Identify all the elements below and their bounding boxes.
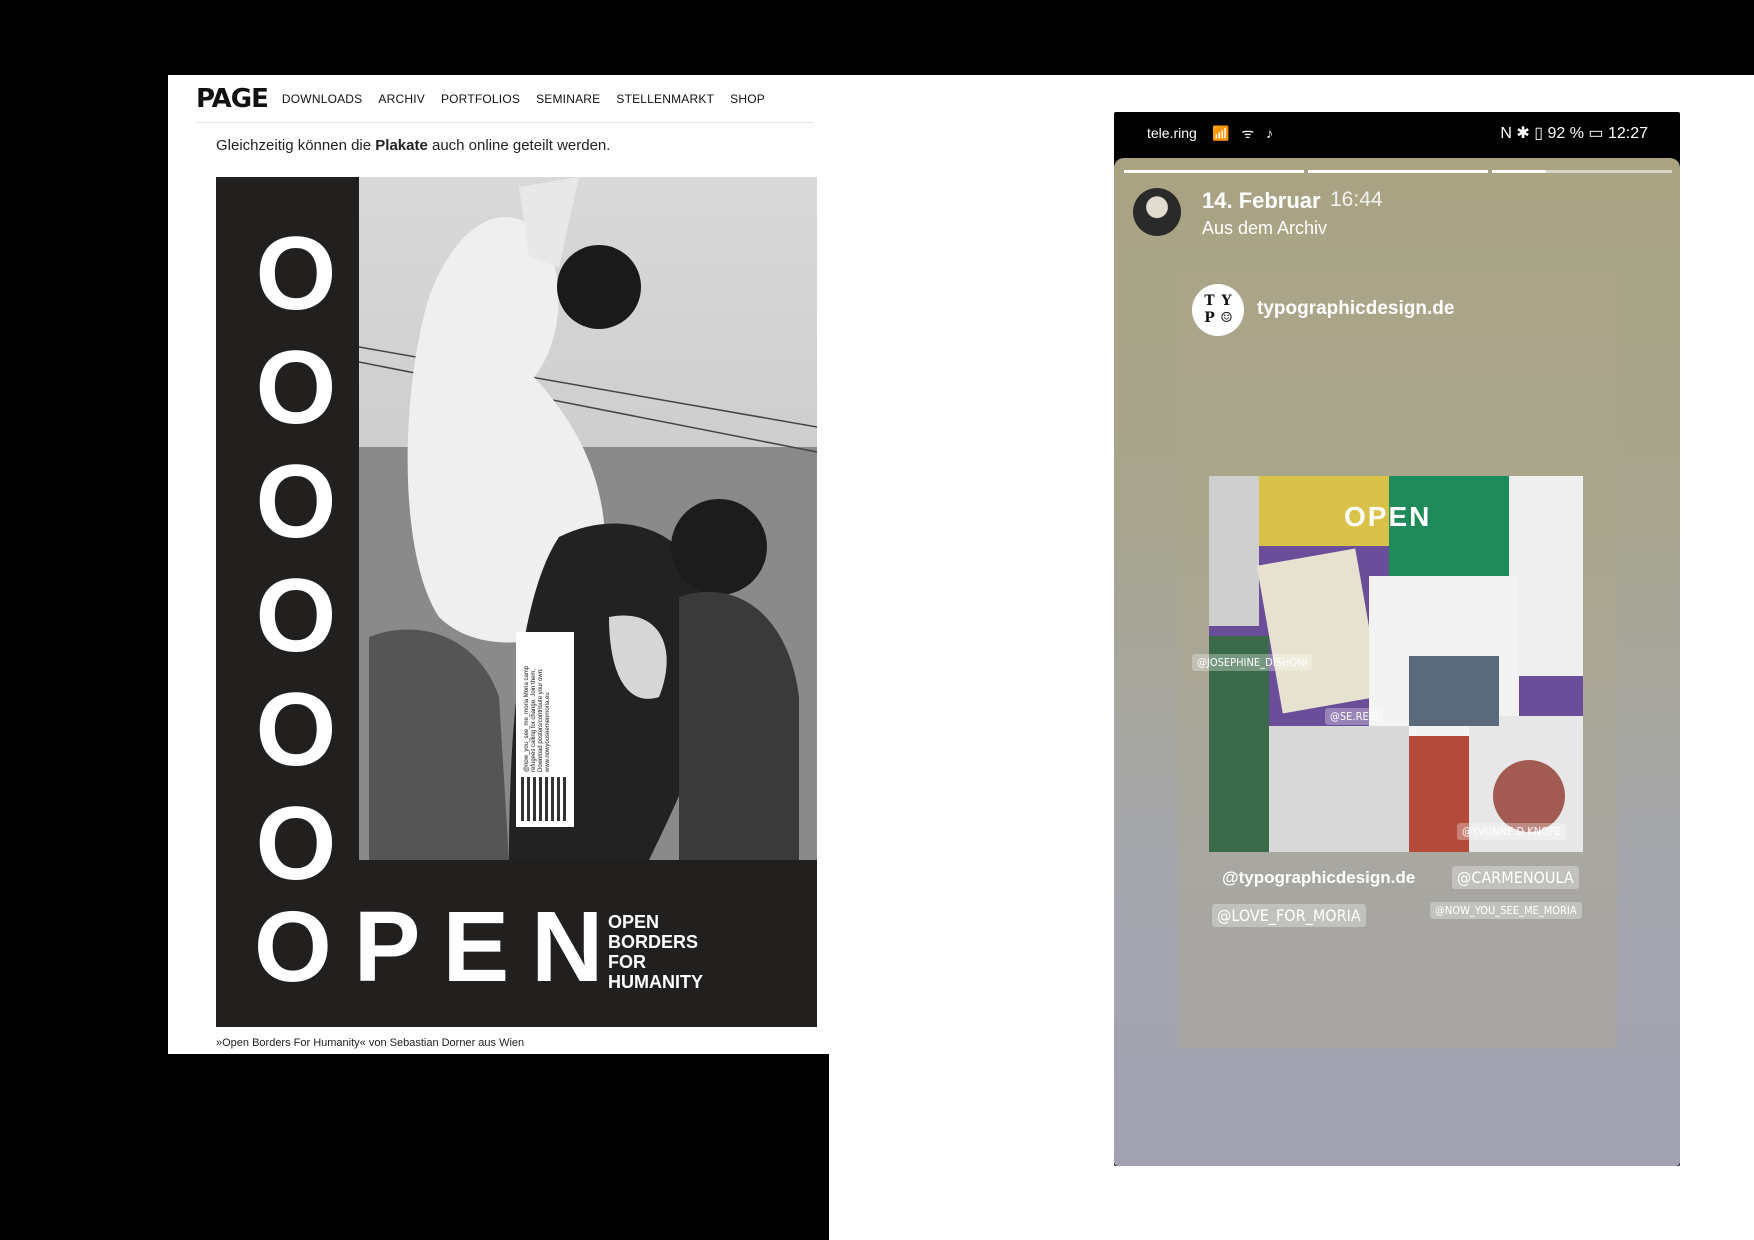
story-date: 14. Februar xyxy=(1202,188,1321,213)
post-avatar-letter: ☺ xyxy=(1220,310,1233,326)
poster-o-letter: O xyxy=(255,786,337,902)
poster-o-letter: O xyxy=(255,330,337,446)
mention-sticker[interactable]: @JOSEPHINE_DISHONI xyxy=(1192,654,1313,671)
nav-shop[interactable]: SHOP xyxy=(730,92,765,106)
mention-sticker[interactable]: @YVONNE.D.KNOPE xyxy=(1457,823,1567,840)
post-avatar-icon[interactable]: T Y P ☺ xyxy=(1192,284,1244,336)
poster-o-letter: O xyxy=(255,216,337,332)
mention-sticker[interactable]: @CARMENOULA xyxy=(1452,866,1579,889)
background-bar-top xyxy=(0,0,1754,75)
status-bar: tele.ring 📶 ᯤ ♪ N ✱ ▯ 92 % ▭ 12:27 xyxy=(1114,112,1680,158)
story-time: 16:44 xyxy=(1330,188,1383,211)
nav-portfolios[interactable]: PORTFOLIOS xyxy=(441,92,520,106)
shared-post[interactable]: T Y P ☺ typographicdesign.de OPEN @JOSEP… xyxy=(1177,268,1617,1048)
post-avatar-letter: Y xyxy=(1221,293,1232,309)
nav-archiv[interactable]: ARCHIV xyxy=(378,92,425,106)
poster-subtitle-line: BORDERS xyxy=(608,932,699,952)
story-subtitle: Aus dem Archiv xyxy=(1202,218,1328,238)
poster-photo-drawing xyxy=(359,177,817,860)
post-avatar-letter: P xyxy=(1204,310,1215,326)
site-nav: PAGE DOWNLOADS ARCHIV PORTFOLIOS SEMINAR… xyxy=(196,75,814,123)
poster-qr-card: @now_you_see_me_moria Moria camp refugee… xyxy=(516,632,574,827)
story-view[interactable]: 14. Februar 16:44 Aus dem Archiv T Y P ☺… xyxy=(1114,158,1680,1166)
carrier-name: tele.ring xyxy=(1147,125,1197,141)
story-progress-fill xyxy=(1492,170,1546,173)
avatar[interactable] xyxy=(1133,188,1181,236)
nav-downloads[interactable]: DOWNLOADS xyxy=(282,92,362,106)
poster-o-letter: O xyxy=(255,558,337,674)
nav-stellenmarkt[interactable]: STELLENMARKT xyxy=(616,92,714,106)
story-progress-segment xyxy=(1308,170,1488,173)
poster-open-word: OPEN xyxy=(254,891,626,1003)
poster-o-column: O O O O O O xyxy=(246,217,346,901)
signal-wifi-icon: 📶 ᯤ ♪ xyxy=(1212,125,1277,141)
post-username[interactable]: typographicdesign.de xyxy=(1257,298,1454,320)
image-caption: »Open Borders For Humanity« von Sebastia… xyxy=(216,1037,525,1049)
post-avatar-letter: T xyxy=(1204,293,1215,309)
intro-bold-word: Plakate xyxy=(375,137,428,154)
poster-subtitle: OPEN BORDERS FOR HUMANITY xyxy=(608,912,703,992)
mention-sticker[interactable]: @SE.REIS xyxy=(1325,708,1383,725)
poster-subtitle-line: FOR xyxy=(608,952,646,972)
mention-sticker[interactable]: @NOW_YOU_SEE_ME_MORIA xyxy=(1430,902,1582,919)
poster-image: O O O O O O @now_you_see_me_moria Moria … xyxy=(216,177,817,1027)
intro-text: Gleichzeitig können die Plakate auch onl… xyxy=(216,137,611,154)
mention-sticker[interactable]: @LOVE_FOR_MORIA xyxy=(1212,904,1366,927)
collage-open-word: OPEN xyxy=(1344,501,1432,532)
poster-o-letter: O xyxy=(255,672,337,788)
poster-o-letter: O xyxy=(255,444,337,560)
poster-subtitle-line: OPEN xyxy=(608,912,660,932)
phone-screenshot: tele.ring 📶 ᯤ ♪ N ✱ ▯ 92 % ▭ 12:27 14. F… xyxy=(1114,112,1680,1166)
poster-photo xyxy=(359,177,817,860)
qr-code-icon xyxy=(521,777,569,821)
nav-seminare[interactable]: SEMINARE xyxy=(536,92,600,106)
mention-sticker[interactable]: @typographicdesign.de xyxy=(1217,866,1420,890)
poster-qr-text: @now_you_see_me_moria Moria camp refugee… xyxy=(524,665,551,772)
status-right: N ✱ ▯ 92 % ▭ 12:27 xyxy=(1500,125,1648,142)
story-progress-segment xyxy=(1124,170,1304,173)
web-article: PAGE DOWNLOADS ARCHIV PORTFOLIOS SEMINAR… xyxy=(168,75,829,1054)
site-logo[interactable]: PAGE xyxy=(196,84,269,114)
poster-subtitle-line: HUMANITY xyxy=(608,972,703,992)
background-bar-bottom xyxy=(0,1054,829,1240)
